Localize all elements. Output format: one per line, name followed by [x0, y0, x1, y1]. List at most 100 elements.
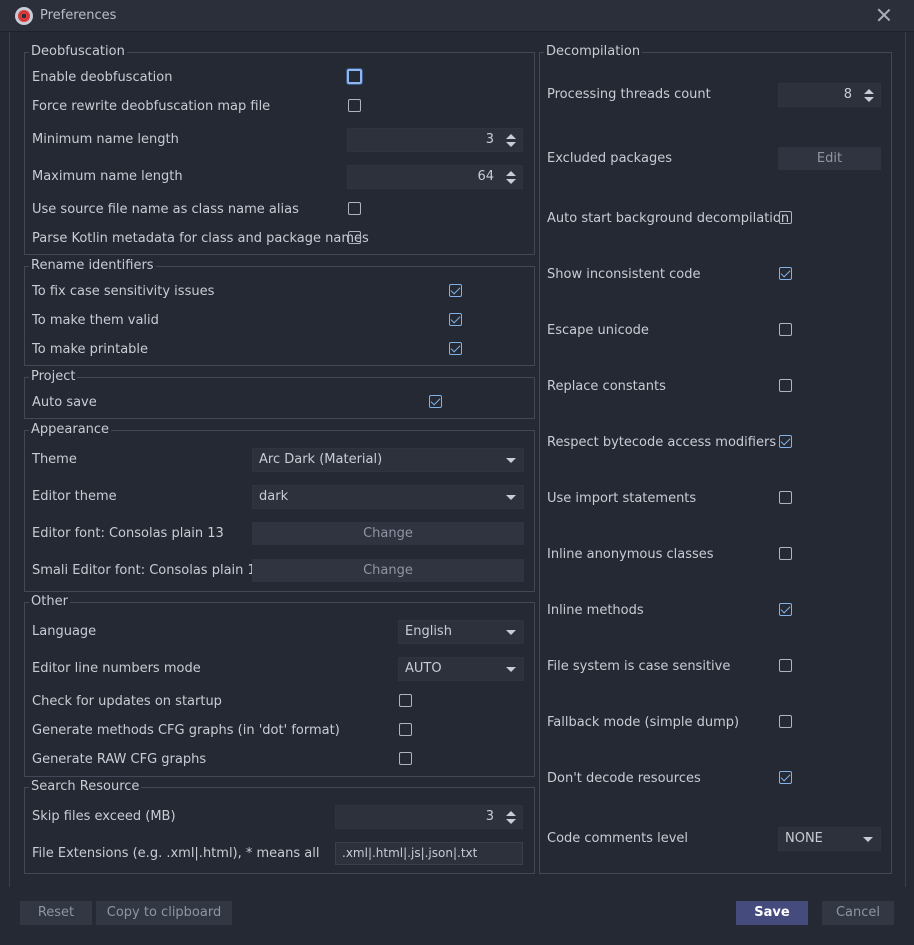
fs-case-sensitive-checkbox[interactable]: [779, 659, 792, 672]
chevron-down-icon: [506, 495, 516, 500]
save-button[interactable]: Save: [736, 901, 808, 925]
line-numbers-label: Editor line numbers mode: [32, 661, 201, 676]
import-statements-label: Use import statements: [547, 491, 697, 506]
force-rewrite-checkbox[interactable]: [348, 99, 361, 112]
editor-theme-value: dark: [259, 489, 289, 504]
language-label: Language: [32, 624, 97, 639]
code-comments-value: NONE: [785, 831, 823, 846]
inconsistent-code-checkbox[interactable]: [779, 267, 792, 280]
file-extensions-input[interactable]: .xml|.html|.js|.json|.txt: [335, 842, 523, 865]
editor-font-label: Editor font: Consolas plain 13: [32, 526, 224, 541]
theme-select[interactable]: Arc Dark (Material): [252, 448, 524, 472]
inline-anonymous-checkbox[interactable]: [779, 547, 792, 560]
spinner-up-icon[interactable]: [506, 171, 516, 176]
code-comments-label: Code comments level: [547, 831, 688, 846]
inline-anonymous-label: Inline anonymous classes: [547, 547, 714, 562]
language-select[interactable]: English: [398, 620, 524, 644]
decompilation-title: Decompilation: [544, 44, 643, 60]
inline-methods-checkbox[interactable]: [779, 603, 792, 616]
reset-button[interactable]: Reset: [20, 901, 92, 925]
skip-files-spinner[interactable]: 3: [335, 805, 523, 829]
fallback-mode-checkbox[interactable]: [779, 715, 792, 728]
line-numbers-select[interactable]: AUTO: [398, 657, 524, 681]
other-title: Other: [29, 594, 70, 610]
jadx-logo-icon: [15, 7, 33, 25]
threads-count-spinner[interactable]: 8: [778, 83, 881, 107]
title-bar: Preferences: [0, 0, 914, 32]
deobfuscation-title: Deobfuscation: [29, 44, 127, 60]
enable-deobfuscation-checkbox[interactable]: [347, 69, 362, 84]
code-comments-select[interactable]: NONE: [778, 827, 881, 851]
rename-identifiers-group: Rename identifiers To fix case sensitivi…: [24, 258, 535, 366]
check-updates-checkbox[interactable]: [399, 694, 412, 707]
spinner-down-icon[interactable]: [506, 179, 516, 184]
theme-label: Theme: [32, 452, 77, 467]
check-updates-label: Check for updates on startup: [32, 694, 222, 709]
fallback-mode-label: Fallback mode (simple dump): [547, 715, 740, 730]
auto-start-checkbox[interactable]: [779, 211, 792, 224]
spinner-down-icon[interactable]: [864, 97, 874, 102]
decompilation-group: Decompilation Processing threads count 8…: [539, 44, 892, 874]
spinner-up-icon[interactable]: [864, 89, 874, 94]
max-name-length-label: Maximum name length: [32, 169, 183, 184]
chevron-down-icon: [863, 837, 873, 842]
replace-constants-label: Replace constants: [547, 379, 666, 394]
deobfuscation-group: Deobfuscation Enable deobfuscation Force…: [24, 44, 535, 255]
skip-files-value: 3: [485, 809, 494, 824]
appearance-title: Appearance: [29, 422, 112, 438]
make-valid-checkbox[interactable]: [449, 313, 462, 326]
min-name-length-spinner[interactable]: 3: [347, 128, 523, 152]
respect-modifiers-label: Respect bytecode access modifiers: [547, 435, 777, 450]
auto-save-checkbox[interactable]: [429, 395, 442, 408]
auto-start-label: Auto start background decompilation: [547, 211, 790, 226]
max-name-length-spinner[interactable]: 64: [347, 165, 523, 189]
respect-modifiers-checkbox[interactable]: [779, 435, 792, 448]
close-icon[interactable]: [876, 7, 892, 23]
replace-constants-checkbox[interactable]: [779, 379, 792, 392]
spinner-down-icon[interactable]: [506, 142, 516, 147]
enable-deobfuscation-label: Enable deobfuscation: [32, 70, 173, 85]
make-valid-label: To make them valid: [32, 313, 159, 328]
make-printable-label: To make printable: [32, 342, 149, 357]
excluded-packages-label: Excluded packages: [547, 151, 672, 166]
chevron-down-icon: [506, 630, 516, 635]
spinner-up-icon[interactable]: [506, 134, 516, 139]
make-printable-checkbox[interactable]: [449, 342, 462, 355]
escape-unicode-checkbox[interactable]: [779, 323, 792, 336]
min-name-length-value: 3: [485, 132, 494, 147]
cfg-graphs-checkbox[interactable]: [399, 723, 412, 736]
chevron-down-icon: [506, 458, 516, 463]
excluded-packages-edit-button[interactable]: Edit: [778, 147, 881, 170]
smali-font-change-button[interactable]: Change: [252, 559, 524, 582]
language-value: English: [405, 624, 452, 639]
editor-theme-select[interactable]: dark: [252, 485, 524, 509]
escape-unicode-label: Escape unicode: [547, 323, 649, 338]
project-title: Project: [29, 369, 78, 385]
auto-save-label: Auto save: [32, 395, 97, 410]
project-group: Project Auto save: [24, 369, 535, 419]
copy-to-clipboard-button[interactable]: Copy to clipboard: [96, 901, 232, 925]
chevron-down-icon: [506, 667, 516, 672]
spinner-down-icon[interactable]: [506, 819, 516, 824]
other-group: Other Language English Editor line numbe…: [24, 594, 535, 777]
cfg-graphs-label: Generate methods CFG graphs (in 'dot' fo…: [32, 723, 340, 738]
fix-case-checkbox[interactable]: [449, 284, 462, 297]
search-resource-group: Search Resource Skip files exceed (MB) 3…: [24, 779, 535, 874]
raw-cfg-checkbox[interactable]: [399, 752, 412, 765]
editor-theme-label: Editor theme: [32, 489, 117, 504]
file-extensions-label: File Extensions (e.g. .xml|.html), * mea…: [32, 846, 320, 861]
cancel-button[interactable]: Cancel: [822, 901, 894, 925]
kotlin-metadata-label: Parse Kotlin metadata for class and pack…: [32, 231, 369, 246]
source-alias-checkbox[interactable]: [348, 202, 361, 215]
theme-value: Arc Dark (Material): [259, 452, 383, 467]
import-statements-checkbox[interactable]: [779, 491, 792, 504]
spinner-up-icon[interactable]: [506, 811, 516, 816]
source-alias-label: Use source file name as class name alias: [32, 202, 299, 217]
kotlin-metadata-checkbox[interactable]: [348, 231, 361, 244]
preferences-panel: Deobfuscation Enable deobfuscation Force…: [9, 32, 906, 887]
fix-case-label: To fix case sensitivity issues: [32, 284, 215, 299]
dont-decode-checkbox[interactable]: [779, 771, 792, 784]
editor-font-change-button[interactable]: Change: [252, 522, 524, 545]
threads-count-value: 8: [843, 87, 852, 102]
rename-identifiers-title: Rename identifiers: [29, 258, 156, 274]
